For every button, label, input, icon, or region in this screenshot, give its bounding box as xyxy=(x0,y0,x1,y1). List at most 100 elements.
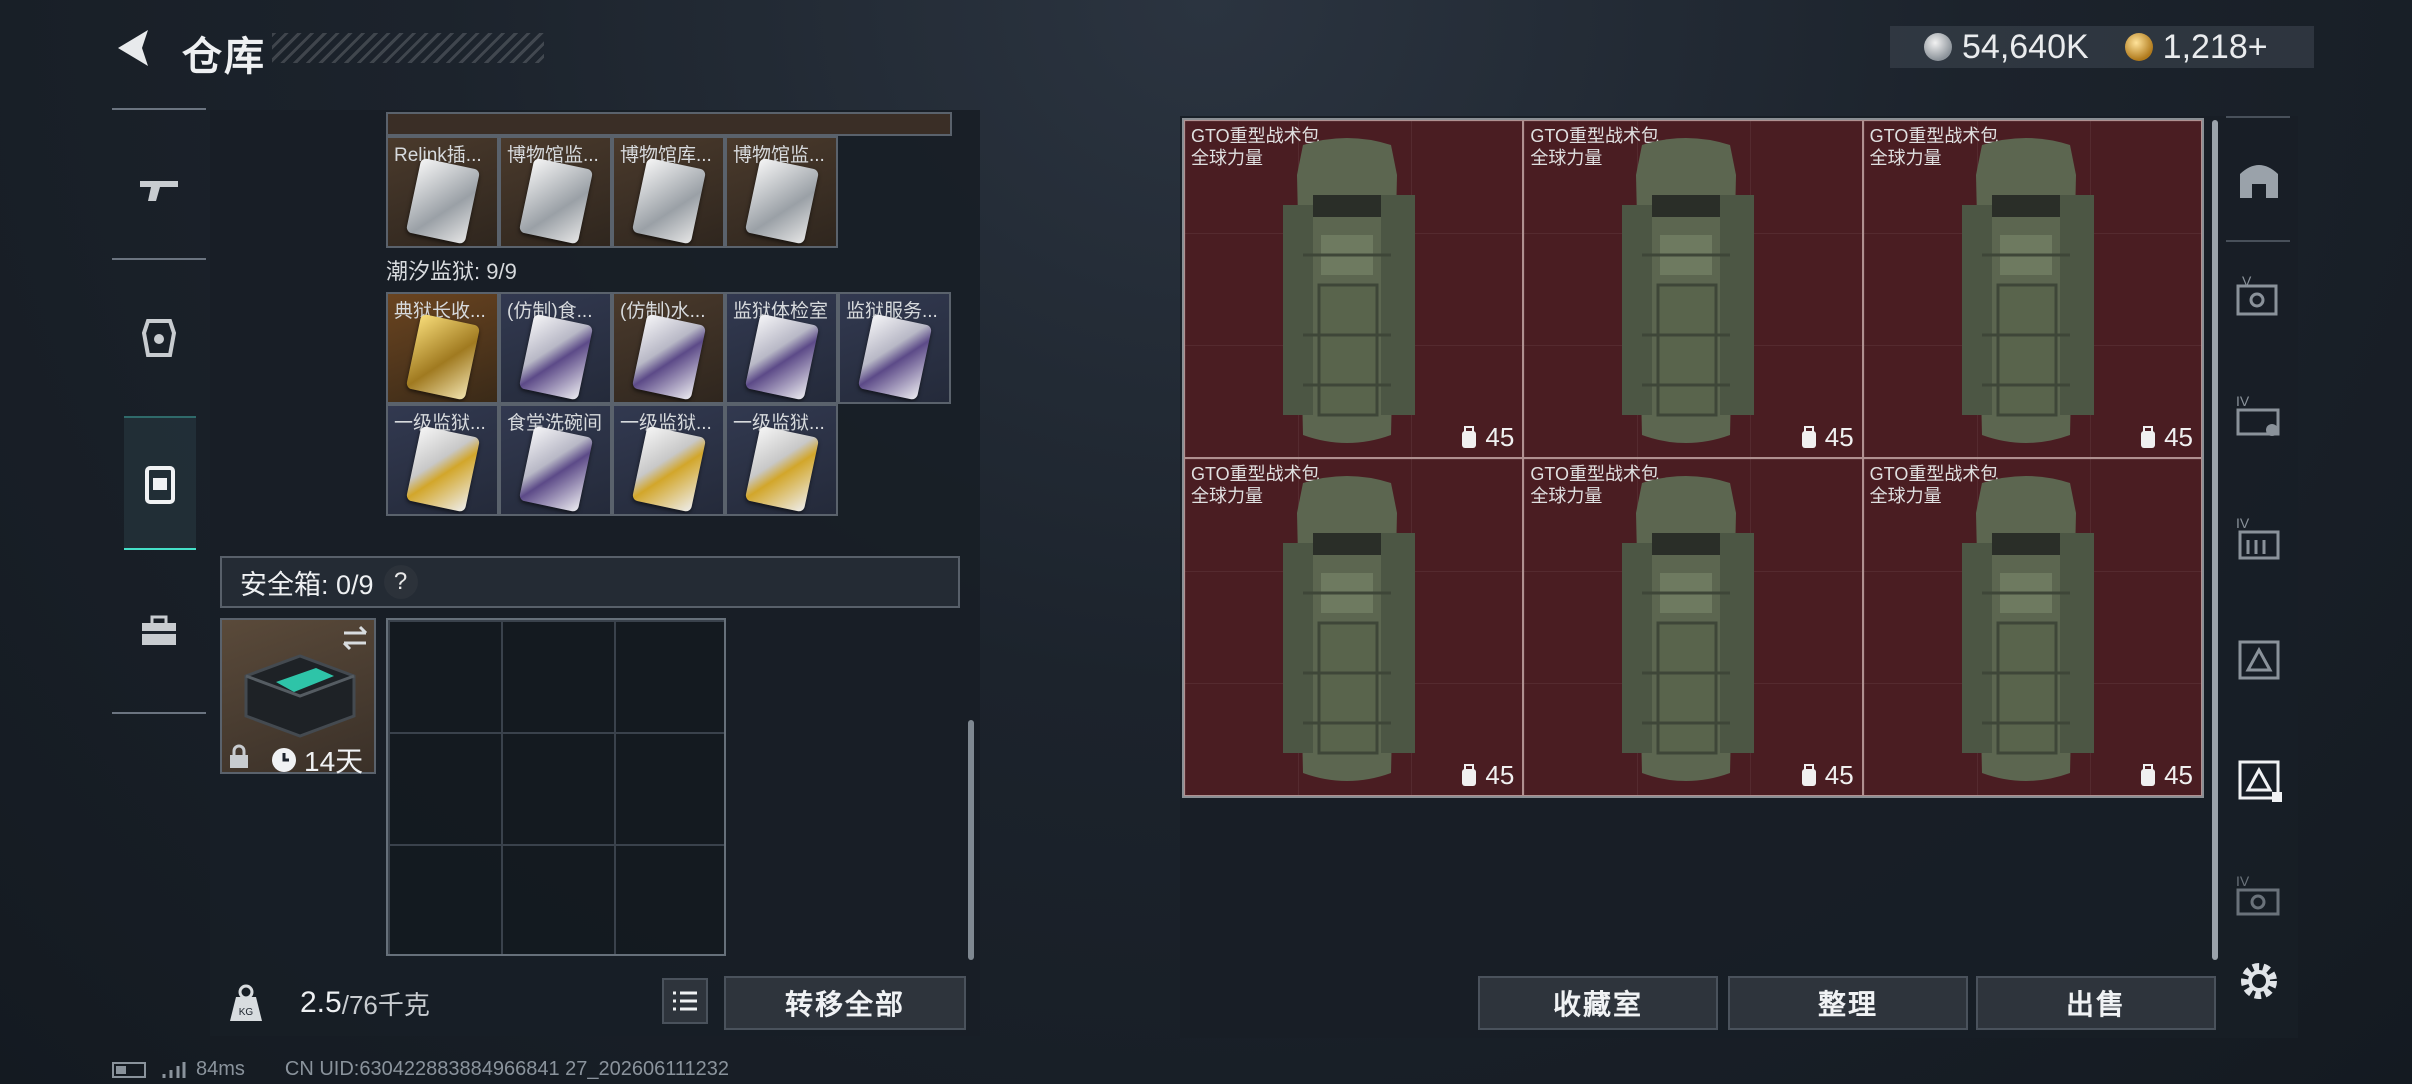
keycard-icon xyxy=(405,313,480,401)
weight-total: /76千克 xyxy=(341,989,430,1020)
backpack-level-icon xyxy=(1462,425,1477,448)
keycard-icon xyxy=(405,157,480,245)
case-timer: 14天 xyxy=(270,740,363,780)
backpack-icon xyxy=(145,466,175,504)
item-brand: 全球力量 xyxy=(1191,148,1263,168)
inventory-scrollbar[interactable] xyxy=(968,720,974,960)
keycard-icon xyxy=(744,313,819,401)
sidebar-item-backpack[interactable] xyxy=(124,416,196,550)
gold-coin-icon xyxy=(2124,33,2153,61)
page-title: 仓库 xyxy=(182,35,266,79)
item-brand: 全球力量 xyxy=(1869,486,1942,506)
sell-button[interactable]: 出售 xyxy=(1976,976,2216,1030)
backpack-level-icon xyxy=(2141,425,2156,448)
currency-bar: 54,640K 1,218+ xyxy=(1890,26,2314,68)
transfer-all-button[interactable]: 转移全部 xyxy=(724,976,966,1030)
item-cell[interactable]: 食堂洗碗间 xyxy=(499,404,612,516)
storage-scrollbar[interactable] xyxy=(2212,120,2218,960)
sidebar-divider xyxy=(112,108,206,110)
keycard-icon xyxy=(744,425,819,513)
rail-divider xyxy=(2226,240,2290,242)
backpack-item[interactable]: GTO重型战术包 全球力量 45 xyxy=(1184,458,1524,796)
svg-text:IV: IV xyxy=(2236,393,2250,409)
keycard-icon xyxy=(518,313,593,401)
backpack-item[interactable]: GTO重型战术包 全球力量 45 xyxy=(1862,120,2202,458)
svg-text:KG: KG xyxy=(239,1007,254,1018)
clock-icon xyxy=(272,748,296,772)
item-cell[interactable]: 一级监狱... xyxy=(725,404,838,516)
storage-tab-active-icon[interactable] xyxy=(2234,754,2284,804)
battery-icon xyxy=(112,1061,146,1078)
backpack-image xyxy=(1961,138,2094,443)
signal-icon xyxy=(162,1061,186,1078)
sidebar-divider xyxy=(112,712,206,714)
uid: CN UID:630422883884966841 27_20260611123… xyxy=(284,1058,729,1080)
sidebar-item-armor[interactable] xyxy=(112,278,206,398)
item-level: 45 xyxy=(1799,422,1854,453)
storage-tab-triangle-icon[interactable] xyxy=(2234,634,2284,684)
backpack-item[interactable]: GTO重型战术包 全球力量 45 xyxy=(1523,458,1863,796)
backpack-image xyxy=(1961,476,2094,781)
sidebar-item-weapons[interactable] xyxy=(112,130,206,250)
item-level: 45 xyxy=(1799,760,1854,791)
collection-button[interactable]: 收藏室 xyxy=(1478,976,1718,1030)
inventory-footer: KG 2.5 /76千克 转移全部 xyxy=(210,970,980,1036)
key-row-2: 典狱长收... (仿制)食... (仿制)水... 监狱体检室 监狱服务... xyxy=(386,292,951,404)
silver-amount: 54,640K xyxy=(1962,27,2089,66)
item-cell[interactable]: 监狱体检室 xyxy=(725,292,838,404)
title-decoration xyxy=(272,33,544,63)
keycard-icon xyxy=(631,313,706,401)
storage-grid: GTO重型战术包 全球力量 45 GTO重型战术包 全球力量 45 GTO重型战… xyxy=(1182,118,2204,798)
backpack-level-icon xyxy=(1801,763,1816,786)
storage-home-icon[interactable] xyxy=(2234,154,2284,204)
help-button[interactable]: ? xyxy=(383,565,418,599)
item-cell[interactable]: 一级监狱... xyxy=(612,404,725,516)
item-brand: 全球力量 xyxy=(1530,148,1603,168)
backpack-image xyxy=(1283,138,1415,443)
safebox-case[interactable]: 14天 xyxy=(220,618,376,777)
sidebar-item-tools[interactable] xyxy=(112,572,206,692)
item-cell[interactable]: 监狱服务... xyxy=(838,292,951,404)
item-cell[interactable]: 博物馆库... xyxy=(612,136,725,248)
organize-button[interactable]: 整理 xyxy=(1728,976,1968,1030)
sidebar-divider xyxy=(112,258,206,260)
key-row-3: 一级监狱... 食堂洗碗间 一级监狱... 一级监狱... xyxy=(386,404,838,516)
backpack-item[interactable]: GTO重型战术包 全球力量 45 xyxy=(1862,458,2202,796)
item-cell[interactable]: 博物馆监... xyxy=(725,136,838,248)
item-brand: 全球力量 xyxy=(1191,486,1263,506)
storage-tab-iv-a-icon[interactable]: IV xyxy=(2234,392,2284,442)
storage-tab-v-icon[interactable]: V xyxy=(2234,272,2284,322)
backpack-image xyxy=(1622,138,1755,443)
backpack-item[interactable]: GTO重型战术包 全球力量 45 xyxy=(1523,120,1863,458)
item-level: 45 xyxy=(1459,422,1514,453)
item-cell[interactable]: (仿制)食... xyxy=(499,292,612,404)
gold-amount[interactable]: 1,218+ xyxy=(2163,28,2268,67)
settings-gear-icon[interactable] xyxy=(2234,956,2284,1006)
item-level: 45 xyxy=(2138,760,2193,791)
backpack-image xyxy=(1283,476,1415,781)
lock-icon xyxy=(230,744,248,768)
item-cell[interactable]: Relink插... xyxy=(386,136,499,248)
safebox-header: 安全箱: 0/9 ? xyxy=(220,556,960,608)
backpack-item[interactable]: GTO重型战术包 全球力量 45 xyxy=(1184,120,1524,458)
storage-tab-iv-b-icon[interactable]: IV xyxy=(2234,514,2284,564)
item-cell[interactable]: 博物馆监... xyxy=(499,136,612,248)
section-title: 潮汐监狱: 9/9 xyxy=(386,259,517,284)
silver-coin-icon xyxy=(1924,33,1952,61)
backpack-level-icon xyxy=(2141,763,2156,786)
back-arrow-icon[interactable] xyxy=(112,26,156,70)
item-cell[interactable]: 一级监狱... xyxy=(386,404,499,516)
item-brand: 全球力量 xyxy=(1530,486,1603,506)
safebox-grid[interactable] xyxy=(386,618,726,956)
backpack-level-icon xyxy=(1462,763,1477,786)
gun-icon xyxy=(140,181,178,201)
item-cell[interactable]: 典狱长收... xyxy=(386,292,499,404)
item-cell[interactable]: (仿制)水... xyxy=(612,292,725,404)
backpack-image xyxy=(1622,476,1755,781)
swap-icon[interactable] xyxy=(340,624,370,652)
storage-tab-iv-c-icon[interactable]: IV xyxy=(2234,872,2284,922)
list-view-button[interactable] xyxy=(662,978,708,1024)
svg-text:V: V xyxy=(2242,273,2252,289)
status-bar: 84ms CN UID:630422883884966841 27_202606… xyxy=(112,1058,729,1081)
battery-signal: 84ms xyxy=(112,1058,245,1081)
